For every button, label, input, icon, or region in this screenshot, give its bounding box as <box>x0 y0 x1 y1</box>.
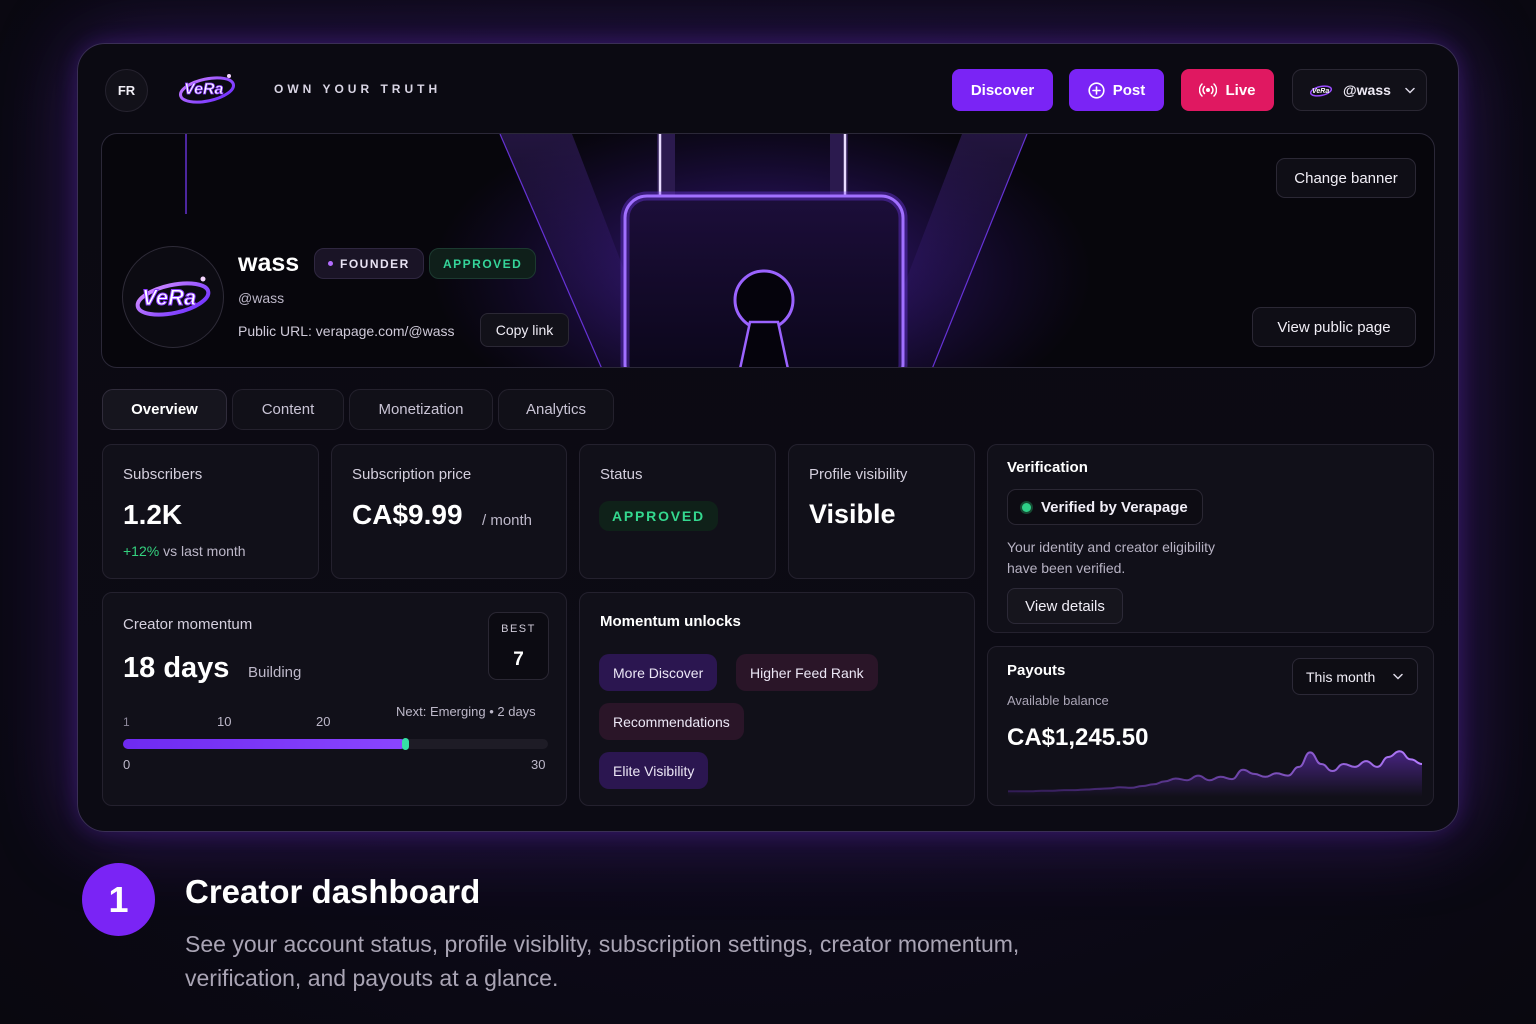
discover-label: Discover <box>970 81 1035 99</box>
tab-monetization[interactable]: Monetization <box>349 389 493 430</box>
profile-banner: VeRa wass FOUNDER APPROVED @wass Public … <box>101 133 1435 368</box>
momentum-title: Creator momentum <box>123 616 253 633</box>
change-banner-button[interactable]: Change banner <box>1276 158 1416 198</box>
visibility-value: Visible <box>809 499 896 529</box>
subscription-price-card: Subscription price CA$9.99 / month <box>331 444 567 579</box>
post-label: Post <box>1112 81 1146 99</box>
payouts-title: Payouts <box>1007 662 1066 679</box>
founder-dot <box>328 261 333 266</box>
broadcast-icon <box>1199 83 1218 97</box>
status-label: Status <box>600 466 643 483</box>
balance-label: Available balance <box>1007 693 1109 708</box>
svg-text:VeRa: VeRa <box>184 81 224 98</box>
unlock-higher-feed-rank[interactable]: Higher Feed Rank <box>736 654 878 691</box>
price-label: Subscription price <box>352 466 472 483</box>
momentum-progress-track <box>123 738 548 750</box>
vera-avatar-logo: VeRa <box>135 276 211 317</box>
price-value: CA$9.99 <box>352 499 463 530</box>
approved-badge-label: APPROVED <box>443 256 523 271</box>
tagline: OWN YOUR TRUTH <box>274 82 442 96</box>
user-menu-button[interactable]: VeRa @wass <box>1292 69 1427 111</box>
step-description: See your account status, profile visibli… <box>185 931 1020 991</box>
svg-text:VeRa: VeRa <box>142 285 196 310</box>
subscribers-card: Subscribers 1.2K +12% vs last month <box>102 444 319 579</box>
payouts-sparkline <box>1008 750 1423 797</box>
subscribers-delta: +12% <box>123 543 160 559</box>
approved-badge: APPROVED <box>429 248 537 279</box>
profile-name: wass <box>238 249 300 277</box>
status-card: Status APPROVED <box>579 444 776 579</box>
subscribers-label: Subscribers <box>123 466 203 483</box>
profile-avatar[interactable]: VeRa <box>122 246 224 348</box>
unlock-elite-visibility[interactable]: Elite Visibility <box>599 752 709 789</box>
view-public-page-button[interactable]: View public page <box>1252 307 1416 347</box>
plus-circle-icon <box>1088 81 1105 99</box>
live-button[interactable]: Live <box>1181 69 1274 111</box>
scale-tick-20: 20 <box>316 714 331 729</box>
subscribers-delta-row: +12% vs last month <box>123 543 246 559</box>
scale-tick-1: 1 <box>123 715 130 729</box>
period-label: This month <box>1306 668 1376 685</box>
step-title: Creator dashboard <box>185 873 481 910</box>
profile-handle: @wass <box>238 290 285 306</box>
momentum-unlocks-card: Momentum unlocks More Discover Higher Fe… <box>579 592 975 806</box>
status-value: APPROVED <box>612 508 705 524</box>
momentum-progress-marker <box>402 738 409 750</box>
post-button[interactable]: Post <box>1069 69 1164 111</box>
period-select[interactable]: This month <box>1292 658 1418 695</box>
status-badge: APPROVED <box>599 501 718 531</box>
live-label: Live <box>1225 81 1256 99</box>
profile-visibility-card: Profile visibility Visible <box>788 444 975 579</box>
public-url: Public URL: verapage.com/@wass <box>238 323 455 339</box>
unlock-recommendations[interactable]: Recommendations <box>599 703 744 740</box>
best-streak-box: BEST 7 <box>488 612 549 680</box>
language-toggle[interactable]: FR <box>105 69 148 112</box>
best-value: 7 <box>513 649 524 670</box>
step-number: 1 <box>82 863 155 936</box>
subscribers-delta-suffix: vs last month <box>163 543 246 559</box>
verification-title: Verification <box>1007 459 1088 476</box>
best-label: BEST <box>501 623 536 635</box>
verification-description-2: have been verified. <box>1007 560 1126 576</box>
tab-overview[interactable]: Overview <box>102 389 227 430</box>
svg-text:VeRa: VeRa <box>1312 88 1329 95</box>
copy-link-button[interactable]: Copy link <box>480 313 569 347</box>
momentum-next: Next: Emerging • 2 days <box>396 704 536 719</box>
unlock-more-discover[interactable]: More Discover <box>599 654 718 691</box>
subscribers-value: 1.2K <box>123 499 183 530</box>
payouts-card: Payouts This month Available balance CA$… <box>987 646 1434 806</box>
momentum-progress-fill <box>123 739 406 749</box>
user-avatar-logo-icon: VeRa <box>1309 85 1333 97</box>
discover-button[interactable]: Discover <box>952 69 1053 111</box>
price-unit: / month <box>482 512 533 529</box>
unlocks-title: Momentum unlocks <box>600 613 741 630</box>
founder-badge-label: FOUNDER <box>340 256 410 271</box>
verified-badge-label: Verified by Verapage <box>1041 498 1188 516</box>
verified-badge: Verified by Verapage <box>1007 489 1203 525</box>
verified-dot-icon <box>1022 502 1031 512</box>
user-handle: @wass <box>1343 82 1391 98</box>
scale-tick-10: 10 <box>217 714 232 729</box>
scale-min: 0 <box>123 757 131 772</box>
vera-logo[interactable]: VeRa <box>177 68 237 108</box>
verification-card: Verification Verified by Verapage Your i… <box>987 444 1434 633</box>
chevron-down-icon <box>1393 673 1403 680</box>
momentum-stage: Building <box>248 664 302 681</box>
verification-description-1: Your identity and creator eligibility <box>1007 539 1216 555</box>
momentum-days: 18 days <box>123 652 230 684</box>
visibility-label: Profile visibility <box>809 466 908 483</box>
chevron-down-icon <box>1405 87 1415 94</box>
tab-content[interactable]: Content <box>232 389 344 430</box>
founder-badge: FOUNDER <box>314 248 424 279</box>
view-details-button[interactable]: View details <box>1007 588 1123 624</box>
scale-max: 30 <box>531 757 546 772</box>
tab-analytics[interactable]: Analytics <box>498 389 614 430</box>
creator-momentum-card: Creator momentum 18 days Building BEST 7… <box>102 592 567 806</box>
